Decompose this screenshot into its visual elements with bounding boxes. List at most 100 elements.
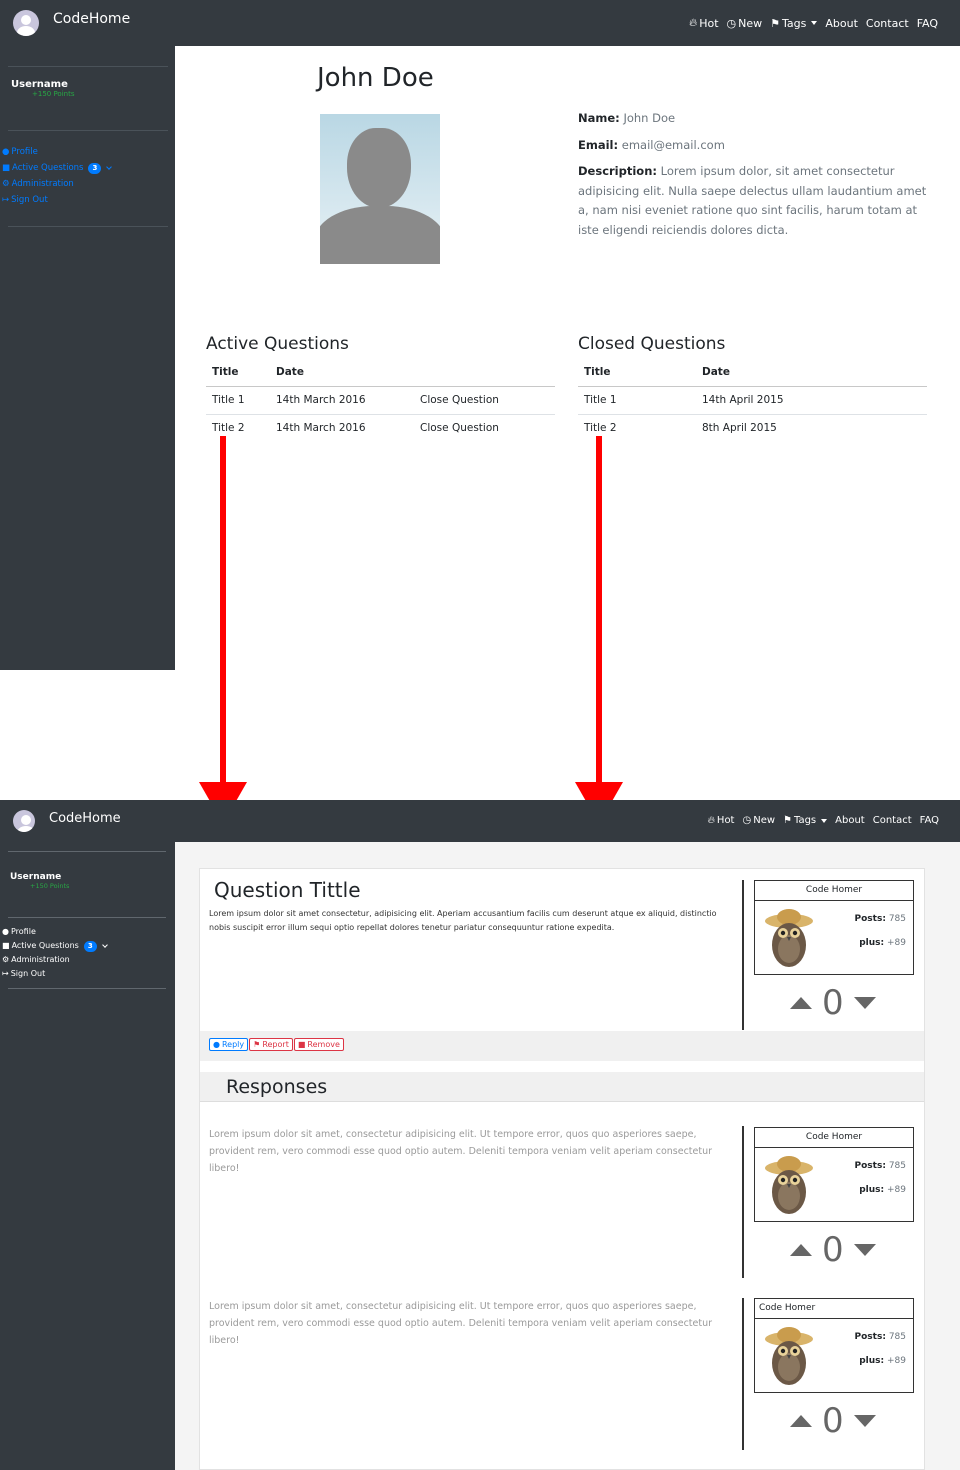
closed-questions-table: Title Date Title 1 14th April 2015 Title 2…: [578, 359, 927, 442]
sidebar-username[interactable]: Username: [11, 79, 68, 90]
caret-down-icon: [821, 818, 828, 823]
vote-count: 0: [822, 983, 844, 1023]
report-button[interactable]: ⚑ Report: [249, 1038, 293, 1051]
divider: [8, 130, 168, 131]
user-name[interactable]: Code Homer: [755, 1299, 913, 1319]
sign-out-icon: ↦: [2, 195, 10, 205]
sidebar-item-active-questions[interactable]: ■ Active Questions 3: [2, 160, 113, 176]
vote-count: 0: [822, 1230, 844, 1270]
sidebar-item-profile[interactable]: ● Profile: [2, 925, 107, 939]
tags-icon: ⚑: [783, 815, 792, 826]
divider: [8, 226, 168, 227]
tags-icon: ⚑: [770, 16, 780, 30]
sidebar-menu: ● Profile ■ Active Questions 3 ⚙ Administrat…: [2, 925, 108, 981]
user-name[interactable]: Code Homer: [755, 1128, 913, 1148]
user-card: Code Homer Posts: 785 plus: +89: [754, 880, 914, 975]
sidebar-item-administration[interactable]: ⚙ Administration: [2, 176, 111, 192]
question-body: Lorem ipsum dolor sit amet consectetur, …: [209, 909, 717, 932]
fire-icon: 🔥︎: [689, 16, 698, 29]
sidebar-item-administration[interactable]: ⚙ Administration: [2, 953, 107, 967]
nav-about[interactable]: About: [825, 17, 858, 30]
book-icon: ■: [2, 941, 10, 950]
vote-count: 0: [822, 1401, 844, 1441]
sidebar-username[interactable]: Username: [10, 872, 61, 882]
nav-faq[interactable]: FAQ: [920, 815, 939, 826]
vote-controls: 0: [790, 985, 876, 1021]
question-navbar: CodeHome 🔥︎ Hot ◷ New ⚑ Tags About Contact …: [0, 800, 960, 842]
nav-tags[interactable]: ⚑ Tags: [770, 16, 818, 30]
sidebar-item-sign-out[interactable]: ↦ Sign Out: [2, 192, 111, 208]
nav-new[interactable]: ◷ New: [727, 17, 763, 30]
fire-icon: 🔥︎: [707, 815, 715, 826]
question-actions: ● Reply ⚑ Report ■ Remove: [200, 1031, 924, 1061]
profile-picture: [320, 114, 440, 264]
sidebar-points: +150 Points: [32, 90, 75, 98]
downvote-icon[interactable]: [853, 1415, 876, 1427]
responses-title: Responses: [226, 1076, 328, 1098]
question-link[interactable]: Title 1: [578, 386, 696, 415]
profile-info: Name: John Doe Email: email@email.com De…: [578, 109, 928, 240]
remove-button[interactable]: ■ Remove: [293, 1038, 344, 1051]
question-title: Question Tittle: [214, 878, 361, 902]
owl-avatar-icon: [765, 1156, 813, 1214]
vote-controls: 0: [790, 1232, 876, 1268]
clock-icon: ◷: [742, 815, 752, 826]
close-question-link[interactable]: Close Question: [414, 414, 555, 442]
profile-name: John Doe: [317, 63, 434, 93]
chevron-down-icon: [101, 942, 108, 948]
cogs-icon: ⚙: [2, 179, 10, 189]
responses-header: Responses: [200, 1072, 924, 1102]
profile-email-row: Email: email@email.com: [578, 137, 725, 152]
downvote-icon[interactable]: [853, 997, 876, 1009]
nav-contact[interactable]: Contact: [873, 815, 912, 826]
clock-icon: ◷: [726, 16, 737, 30]
vote-controls: 0: [790, 1403, 876, 1439]
downvote-icon[interactable]: [853, 1244, 876, 1256]
user-card: Code Homer Posts: 785 plus: +89: [754, 1127, 914, 1222]
nav-links: 🔥︎ Hot ◷ New ⚑ Tags About Contact FAQ: [708, 815, 939, 826]
nav-faq[interactable]: FAQ: [917, 17, 938, 30]
trash-icon: ■: [297, 1040, 306, 1049]
arrow-shaft: [220, 436, 226, 782]
owl-avatar-icon: [765, 1327, 813, 1385]
nav-hot[interactable]: 🔥︎ Hot: [689, 16, 718, 30]
divider: [8, 851, 166, 852]
brand-avatar-icon: [13, 10, 39, 36]
active-questions-table: Title Date Title 1 14th March 2016 Close Qu…: [206, 359, 555, 442]
user-icon: ●: [2, 927, 9, 936]
cogs-icon: ⚙: [2, 955, 10, 964]
question-link[interactable]: Title 1: [206, 386, 270, 415]
nav-tags[interactable]: ⚑ Tags: [783, 815, 828, 826]
sidebar-item-active-questions[interactable]: ■ Active Questions 3: [2, 939, 108, 953]
sidebar-points: +150 Points: [30, 882, 70, 890]
sidebar: Username +150 Points ● Profile ■ Active Qu…: [0, 46, 175, 670]
sidebar-item-sign-out[interactable]: ↦ Sign Out: [2, 967, 107, 981]
divider: [8, 988, 166, 989]
upvote-icon[interactable]: [790, 1244, 812, 1256]
book-icon: ■: [2, 163, 11, 173]
brand-name: CodeHome: [49, 810, 121, 826]
nav-hot[interactable]: 🔥︎ Hot: [708, 815, 735, 826]
brand[interactable]: CodeHome: [13, 810, 121, 832]
table-row: Title 1 14th April 2015: [578, 386, 927, 415]
divider: [8, 66, 168, 67]
nav-contact[interactable]: Contact: [866, 17, 909, 30]
question-link[interactable]: Title 2: [206, 414, 270, 442]
user-stats: Posts: 785 plus: +89: [854, 1161, 906, 1195]
vertical-divider: [742, 1126, 744, 1278]
upvote-icon[interactable]: [790, 1415, 812, 1427]
close-question-link[interactable]: Close Question: [414, 386, 555, 415]
nav-about[interactable]: About: [835, 815, 865, 826]
nav-new[interactable]: ◷ New: [742, 815, 775, 826]
count-badge: 3: [88, 162, 102, 174]
profile-name-row: Name: John Doe: [578, 111, 676, 125]
divider: [8, 917, 166, 918]
reply-button[interactable]: ● Reply: [209, 1038, 249, 1051]
sidebar-menu: ● Profile ■ Active Questions 3 ⚙ Administrat…: [2, 144, 113, 208]
sidebar-item-profile[interactable]: ● Profile: [2, 144, 111, 160]
user-stats: Posts: 785 plus: +89: [854, 1332, 906, 1366]
upvote-icon[interactable]: [790, 997, 812, 1009]
user-name[interactable]: Code Homer: [755, 881, 913, 901]
user-icon: ●: [2, 147, 10, 157]
brand[interactable]: CodeHome: [13, 10, 130, 36]
